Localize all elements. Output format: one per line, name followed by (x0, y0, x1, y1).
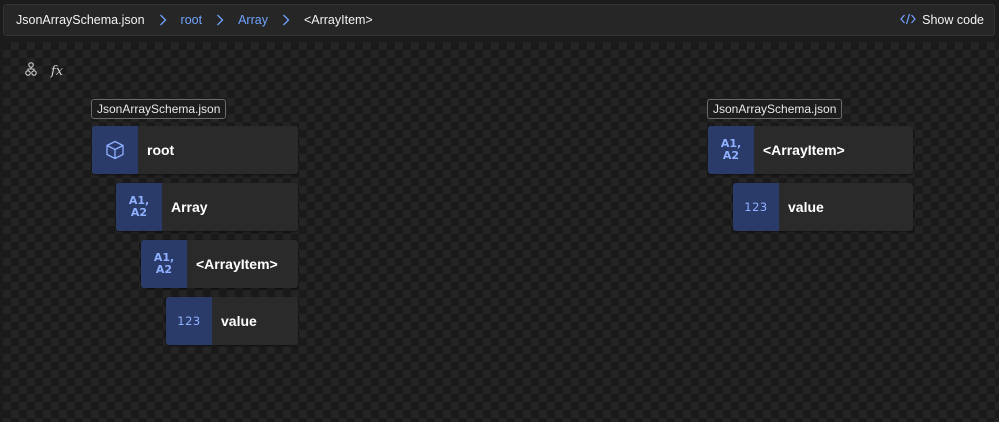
node-label: root (147, 142, 175, 158)
number-icon-text: 123 (177, 314, 201, 328)
node-label: Array (171, 199, 208, 215)
array-icon-line2: A2 (155, 263, 173, 276)
number-icon: 123 (166, 297, 212, 345)
number-icon-text: 123 (744, 200, 768, 214)
function-icon: fx (50, 63, 64, 79)
array-icon: A1, A2 (141, 240, 187, 288)
hierarchy-icon (24, 61, 38, 81)
node-label: <ArrayItem> (763, 142, 845, 158)
show-code-button[interactable]: Show code (900, 13, 984, 28)
show-code-label: Show code (922, 13, 984, 27)
schema-tree-button[interactable] (21, 61, 41, 81)
breadcrumb-item-array[interactable]: Array (238, 13, 268, 27)
source-node-value[interactable]: 123 value (166, 297, 298, 345)
source-schema-tag: JsonArraySchema.json (91, 99, 227, 119)
chevron-right-icon (202, 14, 238, 26)
node-label: value (788, 199, 824, 215)
source-node-root[interactable]: root (92, 126, 298, 174)
array-icon: A1, A2 (116, 183, 162, 231)
number-icon: 123 (733, 183, 779, 231)
array-icon: A1, A2 (708, 126, 754, 174)
breadcrumb-item-root[interactable]: root (181, 13, 203, 27)
mapping-canvas[interactable]: fx JsonArraySchema.json root A1, A2 Arra… (3, 42, 999, 422)
breadcrumb-bar: JsonArraySchema.json root Array <ArrayIt… (3, 4, 995, 36)
array-icon-line2: A2 (130, 206, 148, 219)
chevron-right-icon (268, 14, 304, 26)
cube-icon (92, 126, 138, 174)
code-icon (900, 13, 916, 28)
target-node-arrayitem[interactable]: A1, A2 <ArrayItem> (708, 126, 913, 174)
source-node-array[interactable]: A1, A2 Array (116, 183, 298, 231)
breadcrumb: JsonArraySchema.json root Array <ArrayIt… (4, 13, 373, 27)
target-schema-tag: JsonArraySchema.json (707, 99, 843, 119)
function-button[interactable]: fx (47, 61, 67, 81)
source-node-arrayitem[interactable]: A1, A2 <ArrayItem> (141, 240, 298, 288)
breadcrumb-file[interactable]: JsonArraySchema.json (16, 13, 145, 27)
array-icon-line2: A2 (722, 149, 740, 162)
breadcrumb-item-arrayitem: <ArrayItem> (303, 13, 373, 27)
node-label: value (221, 313, 257, 329)
node-label: <ArrayItem> (196, 256, 278, 272)
target-node-value[interactable]: 123 value (733, 183, 913, 231)
chevron-right-icon (145, 14, 181, 26)
